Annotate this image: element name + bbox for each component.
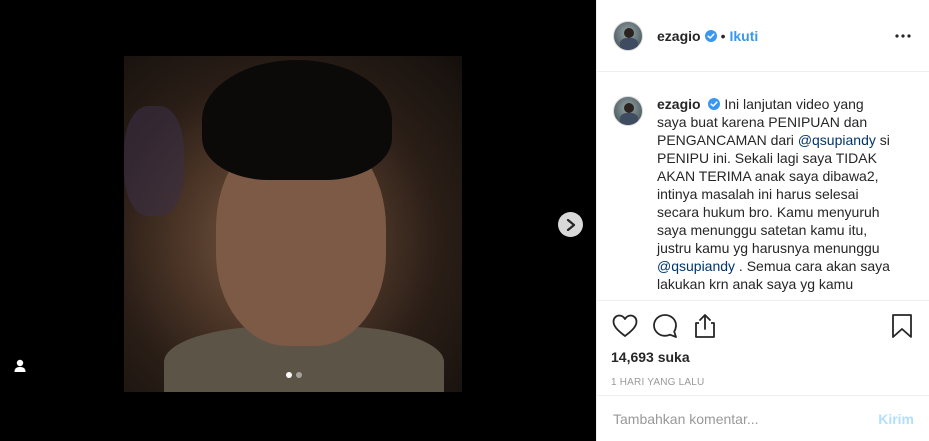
- more-options-button[interactable]: [893, 26, 913, 46]
- avatar[interactable]: [613, 20, 643, 51]
- post-media: [0, 0, 596, 441]
- avatar-head: [624, 103, 634, 113]
- chevron-right-icon: [566, 218, 575, 231]
- caption-body: si PENIPU ini. Sekali lagi saya TIDAK AK…: [657, 132, 890, 256]
- carousel-dot-active: [286, 372, 292, 378]
- video-background-object: [124, 106, 184, 216]
- comment-icon: [653, 314, 677, 338]
- video-subject-hair: [202, 60, 392, 180]
- carousel-dot: [296, 372, 302, 378]
- post-date[interactable]: 1 HARI YANG LALU: [611, 377, 916, 388]
- post-actions: 14,693 suka 1 HARI YANG LALU: [597, 300, 929, 388]
- share-button[interactable]: [691, 312, 719, 340]
- user-tag-icon: [14, 359, 26, 372]
- share-icon: [695, 314, 715, 338]
- follow-button[interactable]: Ikuti: [729, 28, 758, 44]
- avatar-body: [620, 37, 638, 50]
- caption-username[interactable]: ezagio: [657, 96, 701, 112]
- user-tag-button[interactable]: [12, 358, 28, 374]
- video-player[interactable]: [124, 56, 462, 392]
- save-button[interactable]: [888, 312, 916, 340]
- caption-section: ezagio Ini lanjutan video yang saya buat…: [597, 73, 929, 300]
- post-sidebar: ezagio • Ikuti ezagio Ini lanjutan video…: [596, 0, 929, 441]
- like-button[interactable]: [611, 312, 639, 340]
- verified-badge-icon: [708, 98, 721, 110]
- comment-button[interactable]: [651, 312, 679, 340]
- header-separator: •: [720, 27, 726, 44]
- post-comment-button[interactable]: Kirim: [878, 411, 914, 427]
- bookmark-icon: [892, 314, 912, 338]
- avatar-body: [620, 113, 638, 125]
- avatar-head: [624, 27, 634, 38]
- caption-text: ezagio Ini lanjutan video yang saya buat…: [657, 95, 897, 300]
- more-horizontal-icon: [895, 33, 911, 38]
- header-username[interactable]: ezagio: [657, 28, 701, 44]
- post-header: ezagio • Ikuti: [597, 0, 929, 72]
- action-icons-row: [611, 311, 916, 341]
- comment-box: Kirim: [597, 395, 929, 441]
- like-count[interactable]: 14,693 suka: [611, 349, 916, 365]
- verified-badge-icon: [704, 29, 717, 42]
- mention-link[interactable]: @qsupiandy: [657, 258, 735, 274]
- caption-avatar[interactable]: [613, 96, 643, 126]
- mention-link[interactable]: @qsupiandy: [798, 132, 876, 148]
- carousel-indicator: [286, 372, 302, 378]
- carousel-next-button[interactable]: [558, 212, 583, 237]
- comment-input[interactable]: [613, 410, 879, 427]
- heart-icon: [612, 314, 638, 337]
